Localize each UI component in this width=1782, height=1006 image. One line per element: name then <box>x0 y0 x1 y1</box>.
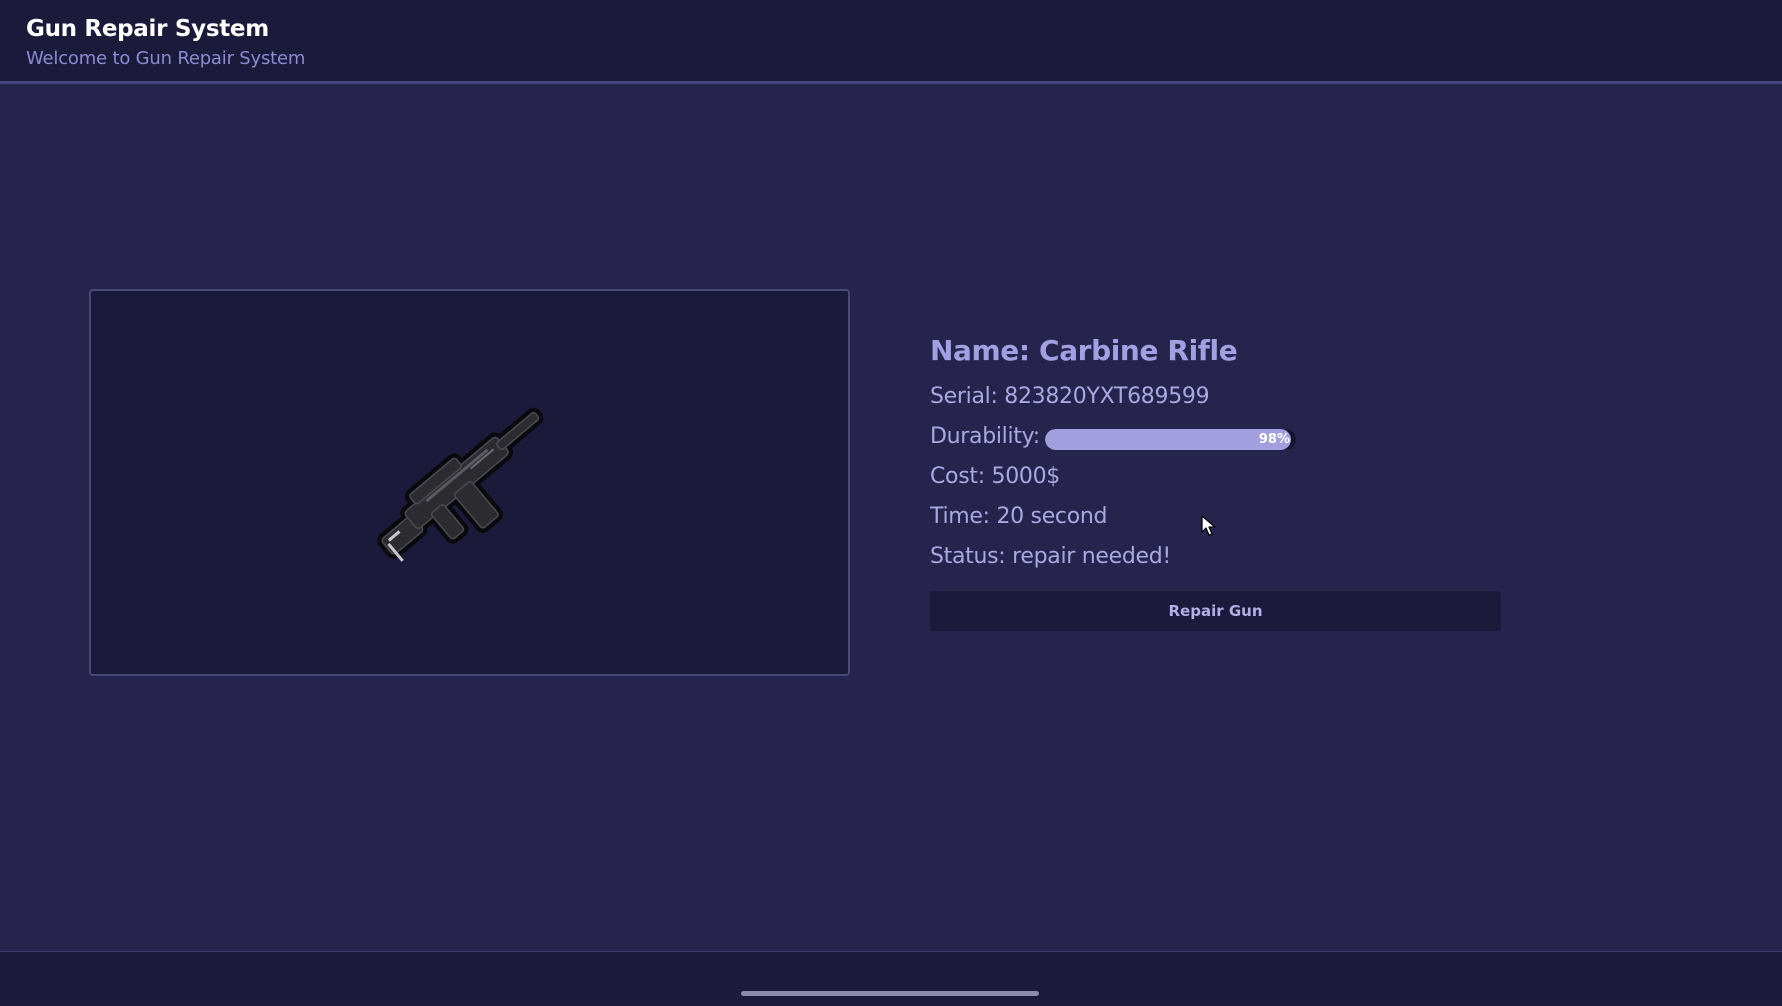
gun-cost: Cost: 5000$ <box>930 464 1060 489</box>
horizontal-scrollbar[interactable] <box>741 991 1039 996</box>
gun-status: Status: repair needed! <box>930 544 1171 569</box>
bottom-bar <box>0 951 1782 1006</box>
gun-serial: Serial: 823820YXT689599 <box>930 384 1210 409</box>
durability-bar: 98% <box>1045 429 1296 450</box>
durability-bar-fill <box>1045 429 1291 450</box>
gun-time: Time: 20 second <box>930 504 1108 529</box>
durability-percent: 98% <box>1258 432 1290 447</box>
app-title: Gun Repair System <box>26 16 269 42</box>
mouse-cursor-icon <box>1201 515 1216 536</box>
gun-name: Name: Carbine Rifle <box>930 334 1238 367</box>
repair-gun-button[interactable]: Repair Gun <box>930 591 1501 631</box>
carbine-rifle-icon <box>377 407 544 562</box>
app-subtitle: Welcome to Gun Repair System <box>26 48 306 69</box>
durability-label: Durability: <box>930 424 1040 449</box>
app-header: Gun Repair System Welcome to Gun Repair … <box>0 0 1782 84</box>
